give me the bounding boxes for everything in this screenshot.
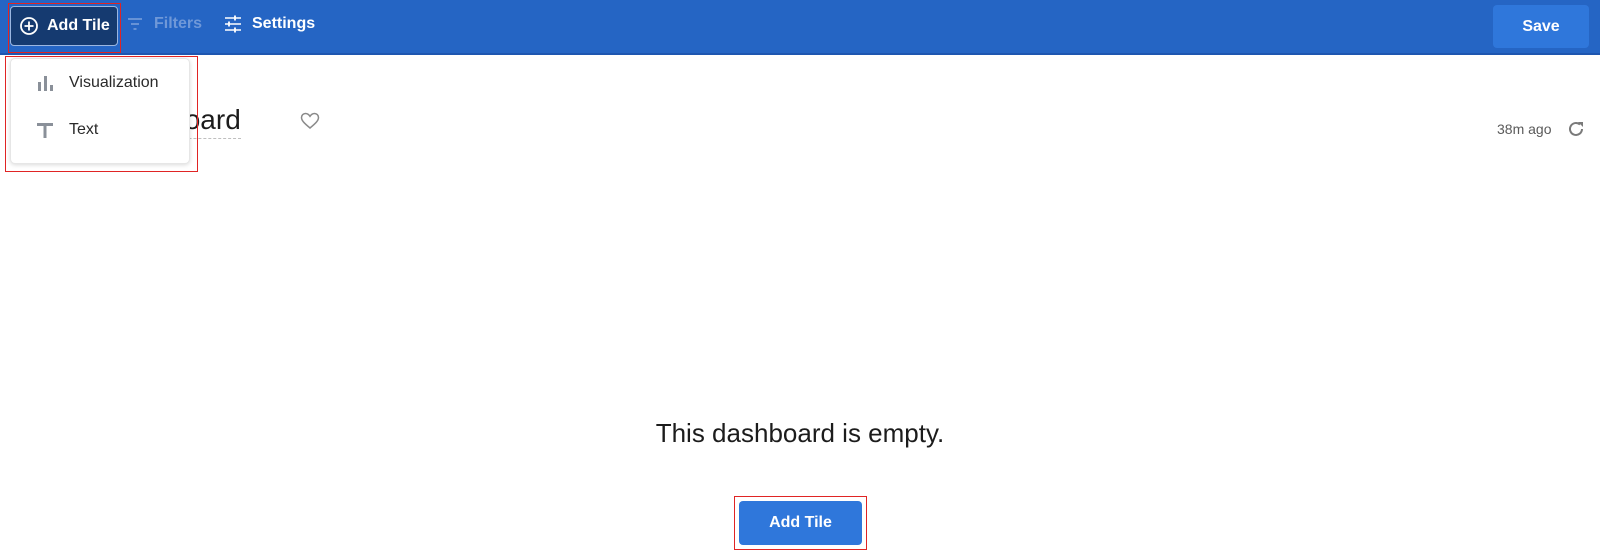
menu-item-visualization[interactable]: Visualization	[11, 61, 191, 105]
sliders-icon	[225, 15, 241, 33]
settings-button[interactable]: Settings	[224, 15, 315, 33]
filters-button[interactable]: Filters	[126, 15, 202, 33]
last-updated-text: 38m ago	[1497, 121, 1552, 137]
add-tile-button[interactable]: Add Tile	[739, 501, 862, 545]
menu-item-label: Text	[69, 121, 99, 138]
add-tile-toolbar-label: Add Tile	[47, 17, 110, 34]
save-button[interactable]: Save	[1493, 5, 1589, 48]
favorite-heart-icon[interactable]	[300, 112, 320, 130]
filter-icon	[128, 18, 142, 30]
top-toolbar: Add Tile Filters Settings Save	[0, 0, 1600, 55]
text-icon	[37, 123, 53, 138]
empty-state-message: This dashboard is empty.	[655, 418, 945, 448]
add-tile-toolbar-button[interactable]: Add Tile	[10, 6, 118, 46]
add-tile-dropdown-menu: Visualization Text	[10, 58, 190, 164]
menu-item-text[interactable]: Text	[11, 108, 191, 152]
menu-item-label: Visualization	[69, 74, 159, 91]
plus-circle-icon	[20, 17, 38, 35]
refresh-icon[interactable]	[1566, 119, 1586, 139]
settings-label: Settings	[252, 15, 316, 32]
filters-label: Filters	[154, 15, 203, 32]
bar-chart-icon	[38, 76, 53, 91]
